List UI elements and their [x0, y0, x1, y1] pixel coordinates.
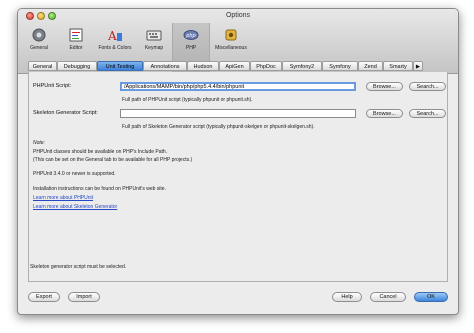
toolbar-label: PHP	[185, 45, 197, 51]
toolbar-label: Fonts & Colors	[98, 45, 132, 51]
tab-smarty[interactable]: Smarty	[383, 61, 413, 71]
note-line: PHPUnit 3.4.0 or newer is supported.	[33, 171, 116, 177]
ok-button[interactable]: OK	[414, 292, 448, 302]
window-title: Options	[225, 12, 251, 19]
toolbar-label: Keymap	[144, 45, 164, 51]
toolbar-label: Miscellaneous	[215, 45, 247, 51]
cancel-button[interactable]: Cancel	[370, 292, 406, 302]
phpunit-search-button[interactable]: Search...	[409, 82, 446, 91]
skelgen-browse-button[interactable]: Browse...	[366, 109, 403, 118]
tab-apigen[interactable]: ApiGen	[219, 61, 250, 71]
tab-zend[interactable]: Zend	[358, 61, 383, 71]
svg-text:A: A	[107, 29, 117, 43]
learn-phpunit-link[interactable]: Learn more about PHPUnit	[33, 195, 93, 201]
tab-unit-testing[interactable]: Unit Testing	[97, 61, 143, 71]
editor-icon	[69, 28, 83, 42]
phpunit-browse-button[interactable]: Browse...	[366, 82, 403, 91]
tab-symfony[interactable]: Symfony	[322, 61, 358, 71]
phpunit-script-label: PHPUnit Script:	[33, 83, 72, 89]
help-button[interactable]: Help	[332, 292, 362, 302]
phpunit-hint: Full path of PHPUnit script (typically p…	[122, 97, 253, 103]
skeleton-generator-input[interactable]	[120, 109, 356, 118]
tab-bar: General Debugging Unit Testing Annotatio…	[28, 61, 448, 72]
tab-annotations[interactable]: Annotations	[143, 61, 187, 71]
note-line: Installation instructions can be found o…	[33, 186, 166, 192]
tab-hudson[interactable]: Hudson	[187, 61, 219, 71]
general-icon	[32, 28, 46, 42]
miscellaneous-icon	[225, 29, 237, 41]
tab-phpdoc[interactable]: PhpDoc	[250, 61, 282, 71]
tab-general[interactable]: General	[28, 61, 57, 71]
note-heading: Note:	[33, 140, 45, 146]
skelgen-hint: Full path of Skeleton Generator script (…	[122, 124, 315, 130]
import-button[interactable]: Import	[68, 292, 100, 302]
status-message: Skeleton generator script must be select…	[30, 264, 127, 270]
skelgen-search-button[interactable]: Search...	[409, 109, 446, 118]
phpunit-script-input[interactable]: /Applications/MAMP/bin/php/php5.4.4/bin/…	[120, 82, 356, 91]
fonts-colors-icon: A	[107, 29, 122, 43]
toolbar-label: General	[30, 45, 48, 51]
tab-debugging[interactable]: Debugging	[57, 61, 97, 71]
svg-text:php: php	[185, 33, 196, 39]
skeleton-generator-label: Skeleton Generator Script:	[33, 110, 98, 116]
note-line: (This can be set on the General tab to b…	[33, 157, 193, 163]
learn-skeleton-generator-link[interactable]: Learn more about Skeleton Generator	[33, 204, 117, 210]
export-button[interactable]: Export	[28, 292, 60, 302]
keymap-icon	[146, 30, 162, 41]
php-icon: php	[183, 30, 199, 40]
tab-scroll-right-icon[interactable]: ▶	[413, 61, 423, 71]
tab-symfony2[interactable]: Symfony2	[282, 61, 322, 71]
note-line: PHPUnit classes should be available on P…	[33, 149, 168, 155]
unit-testing-panel: PHPUnit Script: /Applications/MAMP/bin/p…	[28, 72, 448, 282]
toolbar-label: Editor	[69, 45, 83, 51]
options-window: Options General Editor A Fonts & Colors …	[17, 8, 459, 315]
